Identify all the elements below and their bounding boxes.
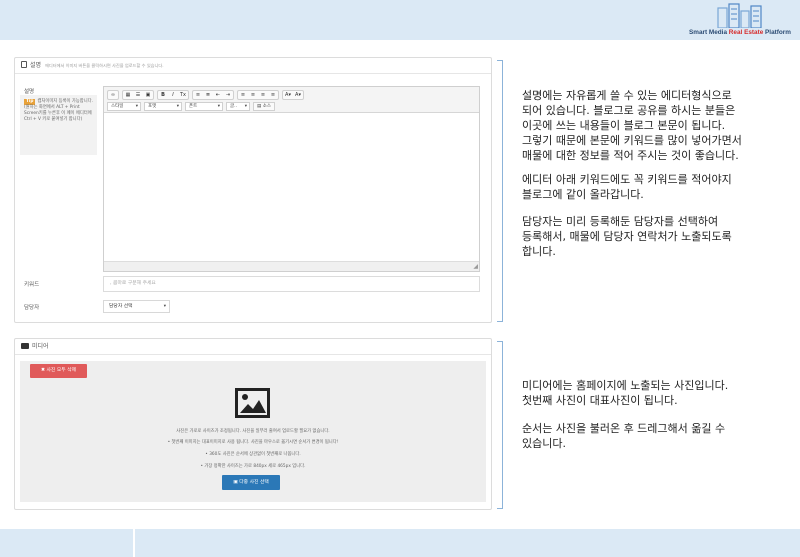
rich-text-editor: ∞ ▦☰▣ BITx ≡≣⇤⇥ ≡≡≡≡ A▾A▾ 스타일 포맷 폰트 글.. … xyxy=(103,86,480,272)
numbered-list-icon[interactable]: ≡ xyxy=(193,91,203,99)
select-photos-label: 다중 사진 선택 xyxy=(239,480,269,485)
image-icon[interactable]: ▣ xyxy=(143,91,153,99)
keyword-input[interactable]: , 콤마로 구분해 주세요 xyxy=(103,276,480,292)
explanation-editor: 설명에는 자유롭게 쓸 수 있는 에디터형식으로 되어 있습니다. 블로그로 공… xyxy=(522,89,742,162)
media-panel-title: 미디어 xyxy=(32,343,49,350)
help-box: Tip 캡처이미지 등록이 가능합니다. (원하는 화면에서 ALT + Prin… xyxy=(20,95,97,155)
size-select[interactable]: 글.. xyxy=(226,102,250,111)
style-select[interactable]: 스타일 xyxy=(107,102,141,111)
top-band: Smart Media Real Estate Platform xyxy=(0,0,800,40)
manager-select-value: 담당자 선택 xyxy=(109,304,133,309)
font-select[interactable]: 폰트 xyxy=(185,102,223,111)
source-button-label: 소스 xyxy=(262,104,271,109)
link-icon[interactable]: ∞ xyxy=(108,91,118,99)
italic-icon[interactable]: I xyxy=(168,91,178,99)
brand-logo: Smart Media Real Estate Platform xyxy=(684,2,796,40)
manager-select[interactable]: 담당자 선택 ▾ xyxy=(103,300,170,313)
editor-content-area[interactable] xyxy=(104,113,479,261)
building-logo-icon xyxy=(717,3,762,28)
description-panel-hint: 에디터에서 이미지 버튼을 클릭하시면 사진을 업로드할 수 있습니다. xyxy=(45,63,164,68)
explanation-keyword: 에디터 아래 키워드에도 꼭 키워드를 적어야지 블로그에 같이 올라갑니다. xyxy=(522,173,732,201)
media-bracket xyxy=(497,341,503,509)
chevron-down-icon: ▾ xyxy=(163,304,166,309)
resize-grip-icon[interactable]: ◢ xyxy=(473,264,478,270)
camera-icon xyxy=(21,342,29,349)
brand-logo-text: Smart Media Real Estate Platform xyxy=(689,29,791,36)
document-icon xyxy=(21,61,27,68)
description-panel-header: 설명 에디터에서 이미지 버튼을 클릭하시면 사진을 업로드할 수 있습니다. xyxy=(15,58,491,74)
align-center-icon[interactable]: ≡ xyxy=(248,91,258,99)
align-justify-icon[interactable]: ≡ xyxy=(268,91,278,99)
media-info-line: • 가장 정확한 사이즈는 가로 840px 세로 465px 입니다. xyxy=(200,464,306,469)
image-placeholder-icon xyxy=(235,388,270,418)
media-info-line: 사진은 가로로 사이즈가 조정됩니다. 사진을 일부러 줄여서 업로드할 필요가… xyxy=(176,429,330,434)
media-panel-header: 미디어 xyxy=(15,339,491,355)
keyword-label: 키워드 xyxy=(24,282,40,288)
table-icon[interactable]: ▦ xyxy=(123,91,133,99)
explanation-manager: 담당자는 미리 등록해둔 담당자를 선택하여 등록해서, 매물에 담당자 연락처… xyxy=(522,215,732,258)
delete-all-photos-button[interactable]: ✖ 사진 모두 삭제 xyxy=(30,364,87,378)
select-photos-button[interactable]: ▣ 다중 사진 선택 xyxy=(222,475,280,490)
media-drop-area[interactable]: ✖ 사진 모두 삭제 사진은 가로로 사이즈가 조정됩니다. 사진을 일부러 줄… xyxy=(20,361,486,502)
bulleted-list-icon[interactable]: ≣ xyxy=(203,91,213,99)
outdent-icon[interactable]: ⇤ xyxy=(213,91,223,99)
format-select[interactable]: 포맷 xyxy=(144,102,182,111)
text-color-icon[interactable]: A▾ xyxy=(283,91,293,99)
editor-toolbar: ∞ ▦☰▣ BITx ≡≣⇤⇥ ≡≡≡≡ A▾A▾ 스타일 포맷 폰트 글.. … xyxy=(104,87,479,113)
bg-color-icon[interactable]: A▾ xyxy=(293,91,303,99)
bottom-band xyxy=(0,529,800,557)
description-bracket xyxy=(497,60,503,322)
explanation-media: 미디어에는 홈페이지에 노출되는 사진입니다. 첫번째 사진이 대표사진이 됩니… xyxy=(522,379,729,407)
description-panel-title: 설명 xyxy=(30,62,42,69)
explanation-order: 순서는 사진을 불러온 후 드레그해서 옮길 수 있습니다. xyxy=(522,422,726,450)
description-label: 설명 xyxy=(24,89,35,95)
clear-format-icon[interactable]: Tx xyxy=(178,91,188,99)
indent-icon[interactable]: ⇥ xyxy=(223,91,233,99)
editor-status-bar: ◢ xyxy=(104,261,479,271)
media-info-line: • 첫번째 이미지는 대표이미지로 사용 됩니다. 사진을 마우스로 옮기시면 … xyxy=(167,440,339,445)
manager-label: 담당자 xyxy=(24,305,40,311)
media-info-line: • 360도 사진은 순서에 상관없이 첫번째로 나옵니다. xyxy=(205,452,301,457)
hr-icon[interactable]: ☰ xyxy=(133,91,143,99)
align-left-icon[interactable]: ≡ xyxy=(238,91,248,99)
bold-icon[interactable]: B xyxy=(158,91,168,99)
align-right-icon[interactable]: ≡ xyxy=(258,91,268,99)
source-button[interactable]: ▤ 소스 xyxy=(253,102,275,111)
bottom-divider xyxy=(133,529,135,557)
